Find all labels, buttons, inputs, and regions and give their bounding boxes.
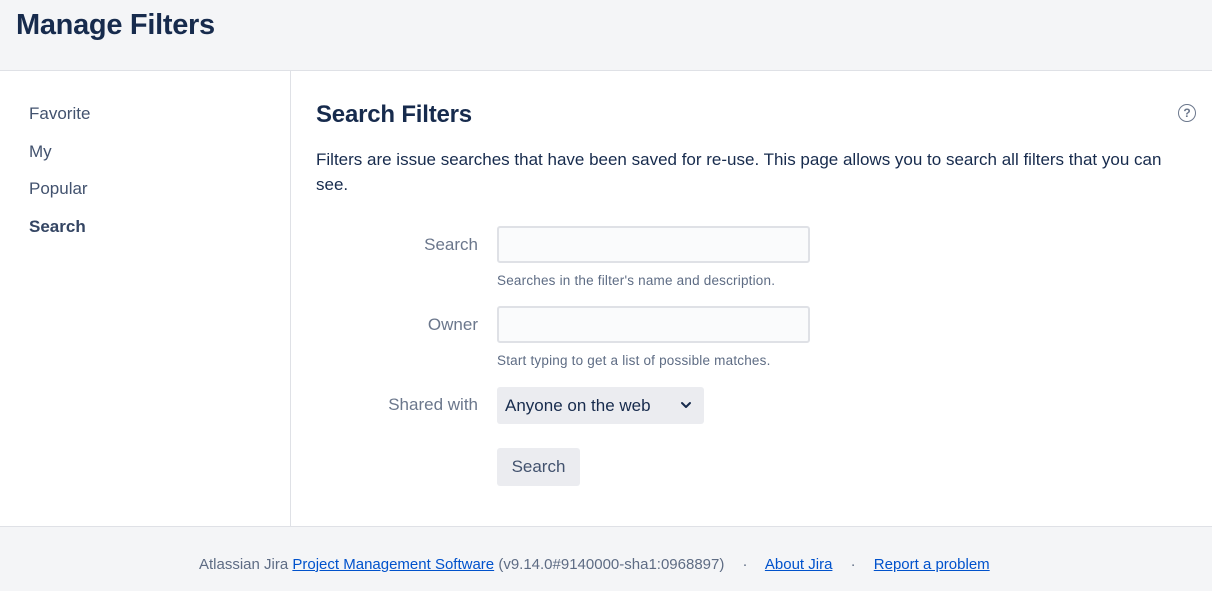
about-jira-link[interactable]: About Jira	[765, 556, 833, 573]
sidebar-item-popular[interactable]: Popular	[29, 179, 88, 199]
page-title: Manage Filters	[16, 9, 215, 41]
question-circle-icon[interactable]: ?	[1178, 104, 1196, 122]
shared-with-value: Anyone on the web	[505, 396, 651, 415]
page-description: Filters are issue searches that have bee…	[316, 150, 1162, 194]
owner-hint: Start typing to get a list of possible m…	[497, 353, 771, 368]
report-problem-link[interactable]: Report a problem	[874, 556, 990, 573]
owner-field-label: Owner	[427, 315, 478, 334]
project-management-software-link[interactable]: Project Management Software	[292, 556, 494, 573]
search-button[interactable]: Search	[497, 448, 580, 486]
footer-line: Atlassian Jira Project Management Softwa…	[199, 556, 990, 573]
page-header: Manage Filters	[0, 0, 1212, 71]
footer-version: (v9.14.0#9140000-sha1:0968897)	[498, 556, 725, 573]
main-content: Search Filters ? Filters are issue searc…	[291, 71, 1212, 526]
search-input[interactable]	[497, 226, 810, 263]
sidebar: Favorite My Popular Search	[0, 71, 291, 526]
footer-separator: ·	[850, 556, 856, 573]
section-title: Search Filters	[316, 101, 472, 128]
footer: Atlassian Jira Project Management Softwa…	[0, 526, 1212, 591]
sidebar-item-search[interactable]: Search	[29, 217, 86, 237]
search-hint: Searches in the filter's name and descri…	[497, 273, 776, 288]
sidebar-item-favorite[interactable]: Favorite	[29, 104, 90, 124]
sidebar-item-my[interactable]: My	[29, 142, 52, 162]
shared-with-label: Shared with	[388, 395, 478, 414]
search-field-label: Search	[424, 235, 478, 254]
owner-input[interactable]	[497, 306, 810, 343]
footer-prefix: Atlassian Jira	[199, 556, 289, 573]
shared-with-select[interactable]: Anyone on the web	[497, 387, 704, 424]
footer-separator: ·	[742, 556, 748, 573]
chevron-down-icon	[681, 402, 691, 408]
